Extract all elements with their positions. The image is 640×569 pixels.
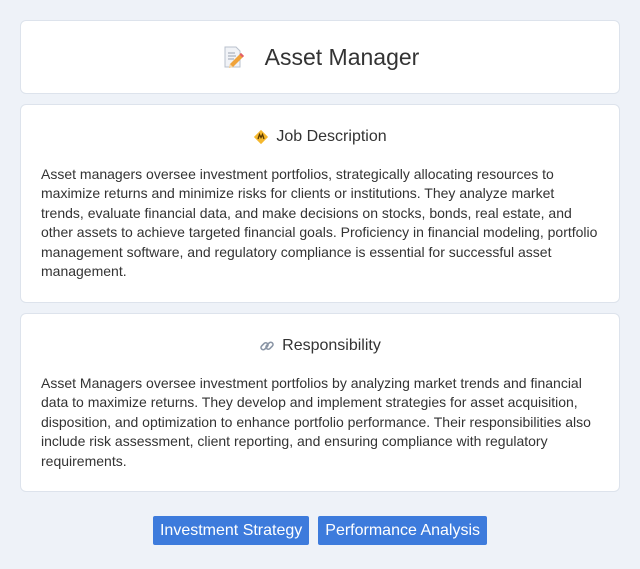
page-title: Asset Manager <box>264 43 420 70</box>
responsibility-text: Asset Managers oversee investment portfo… <box>41 375 591 469</box>
page-header: Asset Manager <box>21 21 619 93</box>
tag-investment-strategy[interactable]: Investment Strategy <box>152 516 310 545</box>
job-description-title: Job Description <box>276 128 387 145</box>
responsibility-card: Responsibility Asset Managers oversee in… <box>20 313 620 492</box>
title-card: Asset Manager <box>20 20 620 94</box>
memo-pencil-icon <box>221 45 245 69</box>
diamond-badge-icon <box>253 129 269 145</box>
job-description-header: Job Description <box>41 125 599 149</box>
link-icon <box>259 338 275 354</box>
tag-list: Investment Strategy Performance Analysis <box>0 516 640 545</box>
job-description-card: Job Description Asset managers oversee i… <box>20 104 620 303</box>
job-description-text: Asset managers oversee investment portfo… <box>41 166 598 280</box>
responsibility-header: Responsibility <box>41 334 599 358</box>
tag-performance-analysis[interactable]: Performance Analysis <box>318 516 488 545</box>
responsibility-title: Responsibility <box>282 337 381 354</box>
